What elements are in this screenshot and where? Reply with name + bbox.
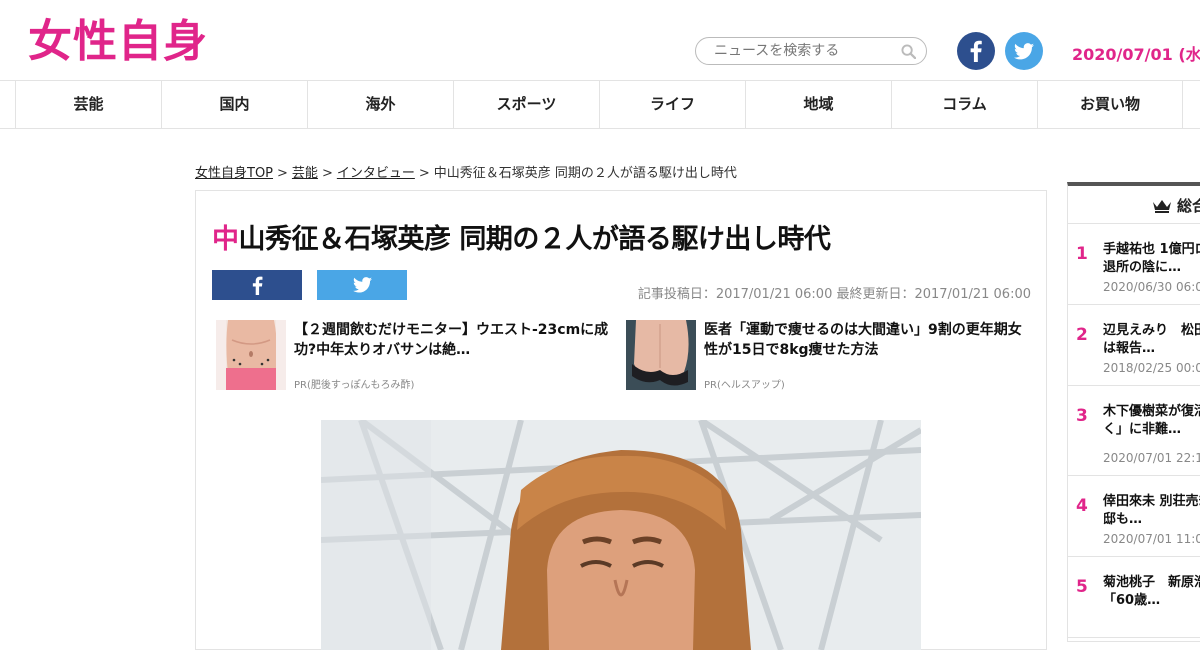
ranking-item[interactable]: 4 倖田來未 別荘売却で益！4億円豪邸も… 2020/07/01 11:00 <box>1068 476 1200 557</box>
promo-source: PR(ヘルスアップ) <box>704 380 785 391</box>
promo-item[interactable]: 医者「運動で痩せるのは大間違い」9割の更年期女性が15日で8kg痩せた方法 PR… <box>626 320 1026 392</box>
breadcrumb-separator: > <box>321 166 333 181</box>
promo-source: PR(肥後すっぽんもろみ酢) <box>294 380 415 391</box>
ranking-number: 2 <box>1076 325 1088 345</box>
share-twitter-button[interactable] <box>317 270 407 300</box>
breadcrumb-category-link[interactable]: 芸能 <box>292 166 318 181</box>
search-input[interactable] <box>714 41 894 61</box>
promo-thumbnail[interactable] <box>626 320 696 390</box>
nav-item-shopping[interactable]: お買い物 <box>1037 81 1183 128</box>
share-facebook-button[interactable] <box>212 270 302 300</box>
ranking-title[interactable]: 木下優樹菜が復活か も…「私らしく」に非難… <box>1103 403 1200 439</box>
article-title-initial: 中 <box>212 224 239 255</box>
ranking-date: 2020/06/30 06:00 <box>1103 280 1200 294</box>
ranking-number: 4 <box>1076 496 1088 516</box>
current-date: 2020/07/01 (水) <box>1072 45 1200 64</box>
ranking-number: 5 <box>1076 577 1088 597</box>
ranking-title[interactable]: 手越祐也 1億円ローンもていた！退所の陰に… <box>1103 241 1200 277</box>
breadcrumb: 女性自身TOP > 芸能 > インタビュー > 中山秀征＆石塚英彦 同期の２人が語る駆け出し… <box>195 162 737 181</box>
ranking-date: 2020/07/01 22:13 <box>1103 451 1200 465</box>
ranking-item[interactable]: 5 菊池桃子 新原浩朗氏が明かした「60歳… <box>1068 557 1200 638</box>
article-photo <box>321 420 921 650</box>
ranking-number: 3 <box>1076 406 1088 426</box>
article-title-rest: 山秀征＆石塚英彦 同期の２人が語る駆け出し時代 <box>238 224 831 255</box>
breadcrumb-home-link[interactable]: 女性自身TOP <box>195 166 273 181</box>
nav-item-kokunai[interactable]: 国内 <box>161 81 307 128</box>
ranking-header: 総合 <box>1068 186 1200 224</box>
article-title: 中山秀征＆石塚英彦 同期の２人が語る駆け出し時代 <box>212 217 831 256</box>
ranking-date: 2018/02/25 00:00 <box>1103 361 1200 375</box>
nav-item-chiiki[interactable]: 地域 <box>745 81 891 128</box>
article-card: 中山秀征＆石塚英彦 同期の２人が語る駆け出し時代 記事投稿日：2017/01/2… <box>195 190 1047 650</box>
facebook-icon <box>252 276 262 295</box>
ranking-item[interactable]: 3 木下優樹菜が復活か も…「私らしく」に非難… 2020/07/01 22:1… <box>1068 386 1200 476</box>
breadcrumb-current: 中山秀征＆石塚英彦 同期の２人が語る駆け出し時代 <box>433 166 737 181</box>
facebook-icon <box>970 40 982 62</box>
promo-headline[interactable]: 医者「運動で痩せるのは大間違い」9割の更年期女性が15日で8kg痩せた方法 <box>704 320 1026 360</box>
nav-item-life[interactable]: ライフ <box>599 81 745 128</box>
breadcrumb-separator: > <box>277 166 288 181</box>
nav-item-sports[interactable]: スポーツ <box>453 81 599 128</box>
promo-thumbnail[interactable] <box>216 320 286 390</box>
site-logo[interactable]: 女性自身 <box>28 14 208 70</box>
breadcrumb-separator: > <box>418 166 430 181</box>
nav-item-kaigai[interactable]: 海外 <box>307 81 453 128</box>
twitter-button[interactable] <box>1005 32 1043 70</box>
ranking-panel: 総合 1 手越祐也 1億円ローンもていた！退所の陰に… 2020/06/30 0… <box>1067 182 1200 642</box>
search-icon[interactable] <box>901 44 916 59</box>
ranking-date: 2020/07/01 11:00 <box>1103 532 1200 546</box>
site-header: 女性自身 2020/07/01 (水) <box>0 0 1200 81</box>
search-box[interactable] <box>695 37 927 65</box>
category-nav: 芸能 国内 海外 スポーツ ライフ 地域 コラム お買い物 <box>0 81 1200 129</box>
nav-item-column[interactable]: コラム <box>891 81 1037 128</box>
promo-item[interactable]: 【２週間飲むだけモニター】ウエスト-23cmに成功?中年太りオバサンは絶… PR… <box>216 320 616 392</box>
ranking-item[interactable]: 2 辺見えみり 松田翔太へ！周囲には報告… 2018/02/25 00:00 <box>1068 305 1200 386</box>
ranking-item[interactable]: 1 手越祐也 1億円ローンもていた！退所の陰に… 2020/06/30 06:0… <box>1068 224 1200 305</box>
ranking-title[interactable]: 菊池桃子 新原浩朗氏が明かした「60歳… <box>1103 574 1200 610</box>
breadcrumb-subcategory-link[interactable]: インタビュー <box>337 166 415 181</box>
twitter-icon <box>352 277 372 293</box>
ranking-label: 総合 <box>1177 197 1200 215</box>
facebook-button[interactable] <box>957 32 995 70</box>
ranking-title[interactable]: 辺見えみり 松田翔太へ！周囲には報告… <box>1103 322 1200 358</box>
twitter-icon <box>1014 42 1034 59</box>
nav-item-geinou[interactable]: 芸能 <box>15 81 161 128</box>
crown-icon <box>1153 200 1171 213</box>
article-dates: 記事投稿日：2017/01/21 06:00 最終更新日：2017/01/21 … <box>637 287 1031 302</box>
ranking-title[interactable]: 倖田來未 別荘売却で益！4億円豪邸も… <box>1103 493 1200 529</box>
promo-headline[interactable]: 【２週間飲むだけモニター】ウエスト-23cmに成功?中年太りオバサンは絶… <box>294 320 616 360</box>
ranking-number: 1 <box>1076 244 1088 264</box>
